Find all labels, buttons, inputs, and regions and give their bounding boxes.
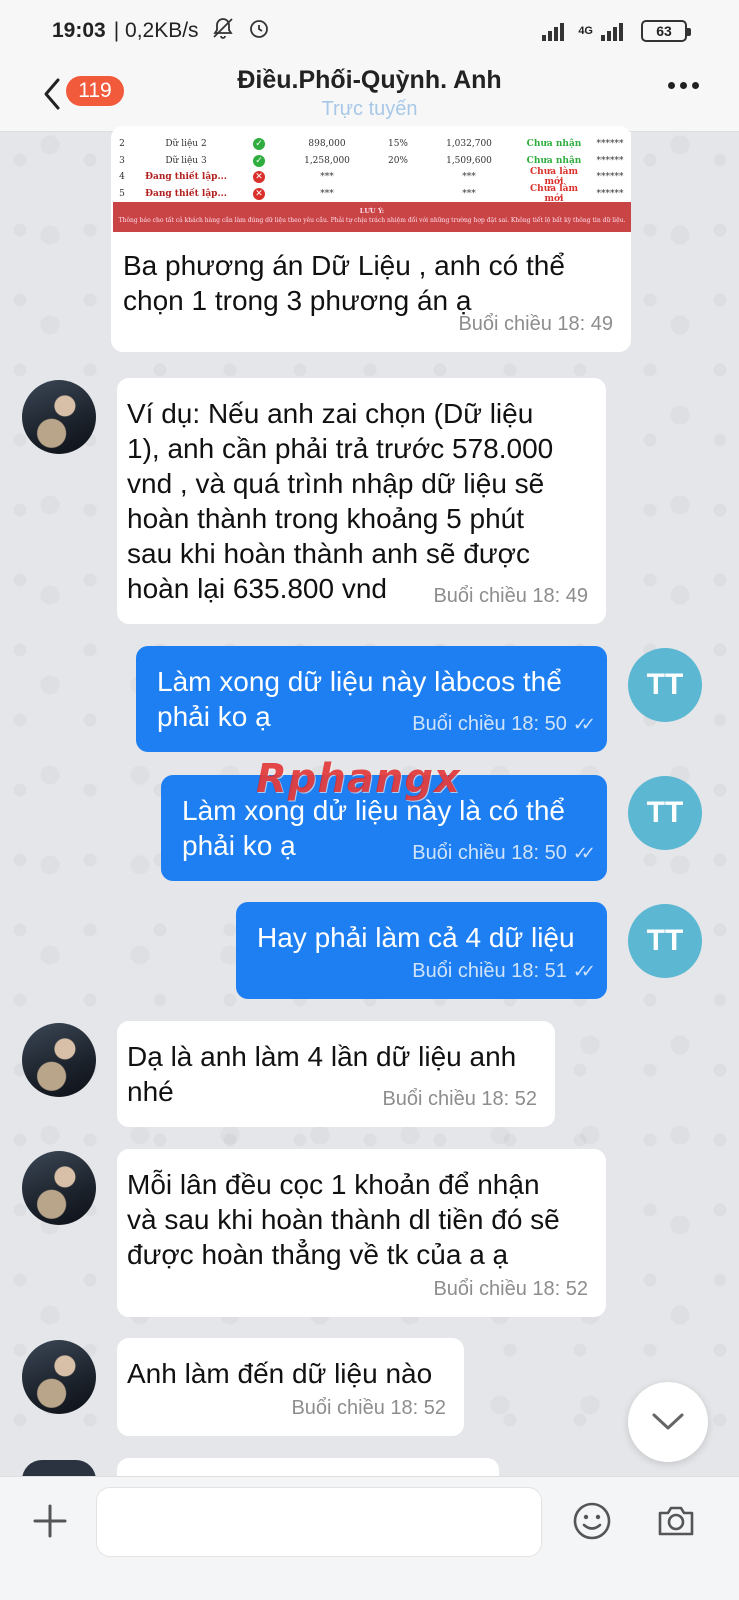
x-icon: ✕ <box>253 187 265 200</box>
table-cell-num: 5 <box>119 188 125 199</box>
message-bubble-outgoing[interactable]: Hay phải làm cả 4 dữ liệu Buổi chiều 18:… <box>236 902 607 999</box>
table-cell-name: Đang thiết lập... <box>145 188 227 199</box>
table-row: 5 Đang thiết lập... ✕ *** *** Chưa làm mới ***… <box>113 183 631 204</box>
table-row: 2 Dữ liệu 2 ✓ 898,000 15% 1,032,700 Chưa nhận *… <box>113 136 631 153</box>
table-cell-status: Chưa nhận <box>526 139 582 150</box>
message-text: Ví dụ: Nếu anh zai chọn (Dữ liệu 1), anh… <box>127 398 554 604</box>
table-cell-pw: ****** <box>596 172 624 183</box>
watermark-logo: Rphangx <box>256 756 461 802</box>
notice-title: LƯU Ý: <box>359 207 385 215</box>
table-cell-percent: 15% <box>387 139 408 150</box>
more-icon[interactable] <box>668 82 699 89</box>
table-cell-name: Dữ liệu 2 <box>165 139 207 150</box>
table-cell-percent: 20% <box>387 155 408 166</box>
network-type: 4G <box>578 24 593 37</box>
user-avatar[interactable]: TT <box>628 648 702 722</box>
plus-icon[interactable] <box>30 1501 70 1541</box>
table-cell-value: 898,000 <box>308 139 346 150</box>
check-icon: ✓ <box>253 154 265 167</box>
message-time: Buổi chiều 18: 52 <box>433 1278 588 1300</box>
alarm-icon <box>247 16 271 46</box>
table-cell-pw: ****** <box>596 139 624 150</box>
message-text: Anh làm đến dữ liệu nào <box>127 1358 433 1389</box>
table-image[interactable]: 2 Dữ liệu 2 ✓ 898,000 15% 1,032,700 Chưa nhận *… <box>113 132 631 234</box>
user-avatar[interactable]: TT <box>628 904 702 978</box>
message-bubble[interactable]: Dạ là anh làm 4 lần dữ liệu anh nhé Buổi… <box>117 1021 555 1127</box>
notice-text: Thông báo cho tất cả khách hàng cần làm … <box>118 217 626 224</box>
table-cell-value: *** <box>320 172 334 183</box>
table-cell-total: *** <box>462 172 476 183</box>
message-bubble[interactable]: Anh làm đến dữ liệu nào Buổi chiều 18: 5… <box>117 1338 464 1436</box>
table-cell-name: Đang thiết lập... <box>145 172 227 183</box>
status-net-speed: | 0,2KB/s <box>113 19 199 42</box>
user-avatar[interactable]: TT <box>628 776 702 850</box>
sender-avatar[interactable] <box>22 380 96 454</box>
message-input[interactable] <box>96 1487 542 1557</box>
chevron-down-icon <box>652 1413 684 1430</box>
read-ticks-icon: ✓✓ <box>572 714 596 734</box>
message-time: Buổi chiều 18: 51 ✓✓ <box>412 954 596 989</box>
status-bar: 19:03 | 0,2KB/s 4G 63 <box>0 0 739 62</box>
message-time-text: Buổi chiều 18: 51 <box>412 960 567 982</box>
table-cell-total: 1,509,600 <box>446 155 492 166</box>
battery-level: 63 <box>656 23 672 39</box>
sender-avatar[interactable] <box>22 1023 96 1097</box>
table-cell-status: Chưa làm mới <box>530 183 578 204</box>
read-ticks-icon: ✓✓ <box>572 843 596 863</box>
table-cell-total: *** <box>462 188 476 199</box>
message-time-text: Buổi chiều 18: 50 <box>412 842 567 864</box>
message-text: Mỗi lân đều cọc 1 khoản để nhận và sau k… <box>127 1169 560 1270</box>
message-bubble[interactable]: Ví dụ: Nếu anh zai chọn (Dữ liệu 1), anh… <box>117 378 606 624</box>
message-time: Buổi chiều 18: 49 <box>458 313 613 335</box>
message-bubble-partial <box>117 1458 499 1478</box>
table-cell-status: Chưa nhận <box>526 155 582 166</box>
table-cell-pw: ****** <box>596 155 624 166</box>
message-text: Hay phải làm cả 4 dữ liệu <box>257 922 575 953</box>
sender-avatar[interactable] <box>22 1340 96 1414</box>
message-time: Buổi chiều 18: 50 ✓✓ <box>412 707 596 742</box>
table-cell-value: *** <box>320 188 334 199</box>
table-cell-num: 3 <box>119 155 125 166</box>
chat-title[interactable]: Điều.Phối-Quỳnh. Anh <box>0 66 739 95</box>
table-cell-num: 2 <box>119 139 125 150</box>
battery-icon: 63 <box>641 20 691 42</box>
table-cell-total: 1,032,700 <box>446 139 492 150</box>
status-icon-cell: ✓ <box>241 154 277 167</box>
table-cell-pw: ****** <box>596 188 624 199</box>
status-icon-cell: ✕ <box>241 187 277 200</box>
read-ticks-icon: ✓✓ <box>572 961 596 981</box>
status-time: 19:03 <box>52 19 106 42</box>
composer-bar <box>0 1476 739 1600</box>
table-cell-num: 4 <box>119 172 125 183</box>
message-time: Buổi chiều 18: 52 <box>382 1088 537 1110</box>
emoji-icon[interactable] <box>572 1501 612 1541</box>
message-time-text: Buổi chiều 18: 50 <box>412 713 567 735</box>
status-right-group: 4G 63 <box>542 20 691 42</box>
status-icon-cell: ✓ <box>241 138 277 151</box>
sender-avatar[interactable] <box>22 1151 96 1225</box>
x-icon: ✕ <box>253 171 265 184</box>
signal-icon <box>542 21 565 41</box>
scroll-to-bottom-button[interactable] <box>628 1382 708 1462</box>
notice-bar: LƯU Ý: Thông báo cho tất cả khách hàng cầ… <box>113 202 631 232</box>
table-cell-value: 1,258,000 <box>304 155 350 166</box>
signal-icon-2 <box>601 21 623 41</box>
chat-online-status: Trực tuyến <box>321 98 418 120</box>
table-cell-name: Dữ liệu 3 <box>165 155 207 166</box>
message-bubble-outgoing[interactable]: Làm xong dữ liệu này làbcos thể phải ko … <box>136 646 607 752</box>
message-time: Buổi chiều 18: 52 <box>291 1397 446 1419</box>
mute-bell-icon <box>211 16 235 46</box>
status-icon-cell: ✕ <box>241 171 277 184</box>
message-time: Buổi chiều 18: 49 <box>433 585 588 607</box>
message-time: Buổi chiều 18: 50 ✓✓ <box>412 836 596 871</box>
message-text-block: Ba phương án Dữ Liệu , anh có thể chọn 1… <box>111 234 631 352</box>
check-icon: ✓ <box>253 138 265 151</box>
message-bubble[interactable]: Mỗi lân đều cọc 1 khoản để nhận và sau k… <box>117 1149 606 1317</box>
camera-icon[interactable] <box>656 1501 696 1541</box>
chat-header: 119 Điều.Phối-Quỳnh. Anh Trực tuyến <box>0 62 739 132</box>
